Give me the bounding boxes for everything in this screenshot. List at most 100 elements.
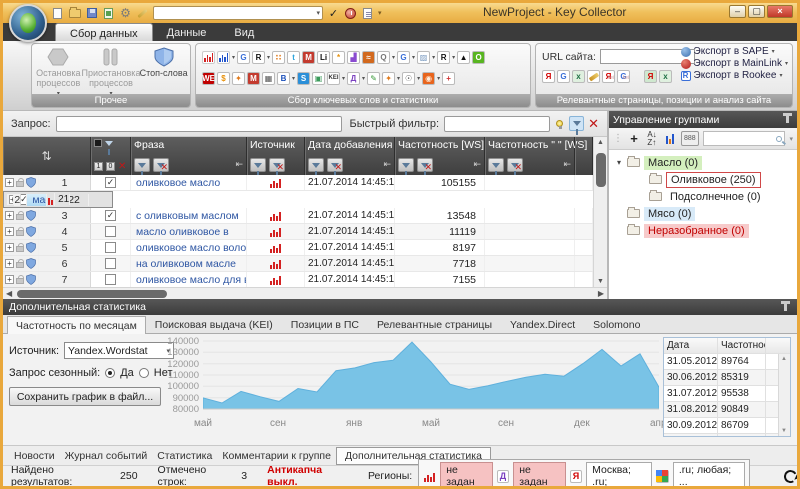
clear-filter-button[interactable]: ✕ xyxy=(586,116,601,131)
region-badge-2[interactable]: Москва; .ru; xyxy=(586,462,652,489)
purple-chart-icon[interactable]: ▟ xyxy=(347,51,360,64)
clear-filter-button[interactable]: ✕ xyxy=(507,158,523,172)
twitter-source-icon[interactable]: t xyxy=(287,51,300,64)
scroll-right-icon[interactable]: ▶ xyxy=(598,289,604,298)
close-button[interactable]: × xyxy=(767,5,793,18)
rambler-suggest-icon[interactable]: R xyxy=(437,51,450,64)
mini-table-scrollbar[interactable]: ▲ ▼ xyxy=(778,354,790,436)
expand-icon[interactable]: + xyxy=(5,178,14,187)
yandex-kei-icon[interactable]: Яkei xyxy=(602,70,615,83)
filter-button[interactable] xyxy=(308,158,324,172)
qat-overflow-icon[interactable]: ▾ xyxy=(378,9,382,17)
table-row[interactable]: +3✓с оливковым маслом21.07.2014 14:45:15… xyxy=(3,208,593,224)
checkbox-cell[interactable] xyxy=(91,272,131,287)
webeffector-icon[interactable]: WE xyxy=(202,72,215,85)
row-checkbox[interactable] xyxy=(105,242,116,253)
filter-button[interactable] xyxy=(488,158,504,172)
open-project-icon[interactable] xyxy=(68,7,81,20)
like-source-icon[interactable]: ▲ xyxy=(457,51,470,64)
phrase-cell[interactable]: на оливковом масле xyxy=(131,256,247,271)
dock-tab-1[interactable]: Журнал событий xyxy=(60,448,153,464)
region-badge-0[interactable]: не задан xyxy=(440,462,493,489)
checkbox-cell[interactable] xyxy=(91,224,131,239)
pin-column-icon[interactable]: ⇤ xyxy=(235,159,243,170)
clear-filter-button[interactable]: ✕ xyxy=(153,158,169,172)
group-search-input[interactable] xyxy=(703,131,786,146)
stats-tab-3[interactable]: Релевантные страницы xyxy=(368,315,501,333)
mini-table-row[interactable]: 30.06.201285319 xyxy=(664,370,790,386)
phrase-cell[interactable]: оливковое масло для волос xyxy=(131,272,247,287)
pin-icon[interactable] xyxy=(786,116,789,123)
clear-filter-button[interactable]: ✕ xyxy=(269,158,285,172)
red-x-icon[interactable]: ✕ xyxy=(118,161,126,172)
bing-keywords-icon[interactable]: B xyxy=(277,72,290,85)
stats-tab-1[interactable]: Поисковая выдача (KEI) xyxy=(146,315,282,333)
mini-table-row[interactable]: 31.05.201289764 xyxy=(664,354,790,370)
seopult-icon[interactable]: $ xyxy=(217,72,230,85)
row-checkbox[interactable]: ✓ xyxy=(105,210,116,221)
target-red-icon[interactable]: + xyxy=(442,72,455,85)
gear-orange-icon[interactable]: * xyxy=(332,51,345,64)
minimize-button[interactable]: – xyxy=(729,5,746,18)
sort-count-button[interactable] xyxy=(663,131,677,146)
tree-item-4[interactable]: Неразобранное (0) xyxy=(611,222,795,239)
excel-export-2-icon[interactable]: x xyxy=(659,70,672,83)
scroll-left-icon[interactable]: ◀ xyxy=(6,289,12,298)
phrase-cell[interactable]: масло для оливковое xyxy=(27,194,47,206)
quick-search-combobox[interactable]: ▾ xyxy=(153,6,323,20)
row-checkbox[interactable] xyxy=(105,258,116,269)
pin-icon[interactable] xyxy=(784,304,787,311)
wand-icon[interactable] xyxy=(136,7,149,20)
mini-table-row[interactable]: 31.07.201295538 xyxy=(664,386,790,402)
grid-vertical-scrollbar[interactable]: ▲ ▼ xyxy=(593,137,607,287)
expander-icon[interactable]: ▾ xyxy=(615,158,623,167)
header-row-tools[interactable]: ⇅ xyxy=(3,137,91,175)
google-pages-icon[interactable]: G xyxy=(557,70,570,83)
spy-menu-icon[interactable]: ☉ xyxy=(402,72,415,85)
add-group-button[interactable]: + xyxy=(627,131,641,146)
clear-filter-button[interactable]: ✕ xyxy=(327,158,343,172)
report-icon[interactable] xyxy=(361,7,374,20)
apply-filter-button[interactable] xyxy=(569,116,584,131)
maps-keywords-icon[interactable]: ▣ xyxy=(312,72,325,85)
header-ws-quoted-frequency[interactable]: Частотность " " [WS] ✕ ⇤ xyxy=(485,137,575,175)
scrollbar-thumb[interactable] xyxy=(596,153,606,187)
table-row[interactable]: +7оливковое масло для волос21.07.2014 14… xyxy=(3,272,593,287)
metrika-dots-icon[interactable]: ∷ xyxy=(272,51,285,64)
scroll-down-icon[interactable]: ▼ xyxy=(781,428,787,434)
row-checkbox[interactable] xyxy=(105,274,116,285)
liveinternet-source-icon[interactable]: Li xyxy=(317,51,330,64)
sun-menu-icon[interactable]: ◉ xyxy=(422,72,435,85)
phrase-cell[interactable]: масло оливковое в xyxy=(131,224,247,239)
wordstat-bars-icon[interactable] xyxy=(202,51,215,64)
stats-tab-5[interactable]: Solomono xyxy=(584,315,649,333)
expand-icon[interactable]: + xyxy=(5,243,14,252)
query-input[interactable] xyxy=(56,116,342,132)
trends-chart-icon[interactable]: ≈ xyxy=(362,51,375,64)
tree-item-1[interactable]: Оливковое (250) xyxy=(611,171,795,188)
filter-button[interactable] xyxy=(398,158,414,172)
pin-column-icon[interactable]: ⇤ xyxy=(563,159,571,170)
tree-item-3[interactable]: Мясо (0) xyxy=(611,205,795,222)
show-counts-button[interactable]: 888 xyxy=(681,131,699,146)
ok-source-icon[interactable]: O xyxy=(472,51,485,64)
dock-tab-2[interactable]: Статистика xyxy=(152,448,217,464)
save-icon[interactable] xyxy=(85,7,98,20)
filter-button[interactable] xyxy=(134,158,150,172)
header-phrase[interactable]: Фраза ✕ ⇤ xyxy=(131,137,247,175)
header-date-added[interactable]: Дата добавления ✕ ⇤ xyxy=(305,137,395,175)
pause-processes-button[interactable]: Приостановка процессов▾ xyxy=(85,47,137,99)
checkbox-cell[interactable] xyxy=(91,240,131,255)
google-stats-icon[interactable]: G xyxy=(237,51,250,64)
table-row[interactable]: +2✓масло для оливковое21.07.2014 14:45:1… xyxy=(3,191,113,208)
mail-source-icon[interactable]: M xyxy=(302,51,315,64)
stats-suggest-icon[interactable]: ▨ xyxy=(417,51,430,64)
seasonal-yes-radio[interactable] xyxy=(105,368,115,378)
table-row[interactable]: +6на оливковом масле21.07.2014 14:45:157… xyxy=(3,256,593,272)
table-row[interactable]: +1✓оливковое масло21.07.2014 14:45:15105… xyxy=(3,175,593,191)
chevron-down-icon[interactable]: ▾ xyxy=(789,135,793,143)
stop-processes-button[interactable]: Остановка процессов▾ xyxy=(32,47,84,99)
region-badge-3[interactable]: .ru; любая; ... xyxy=(673,462,745,489)
header-ws-frequency[interactable]: Частотность [WS] ✕ ⇤ xyxy=(395,137,485,175)
region-badge-1[interactable]: не задан xyxy=(513,462,566,489)
